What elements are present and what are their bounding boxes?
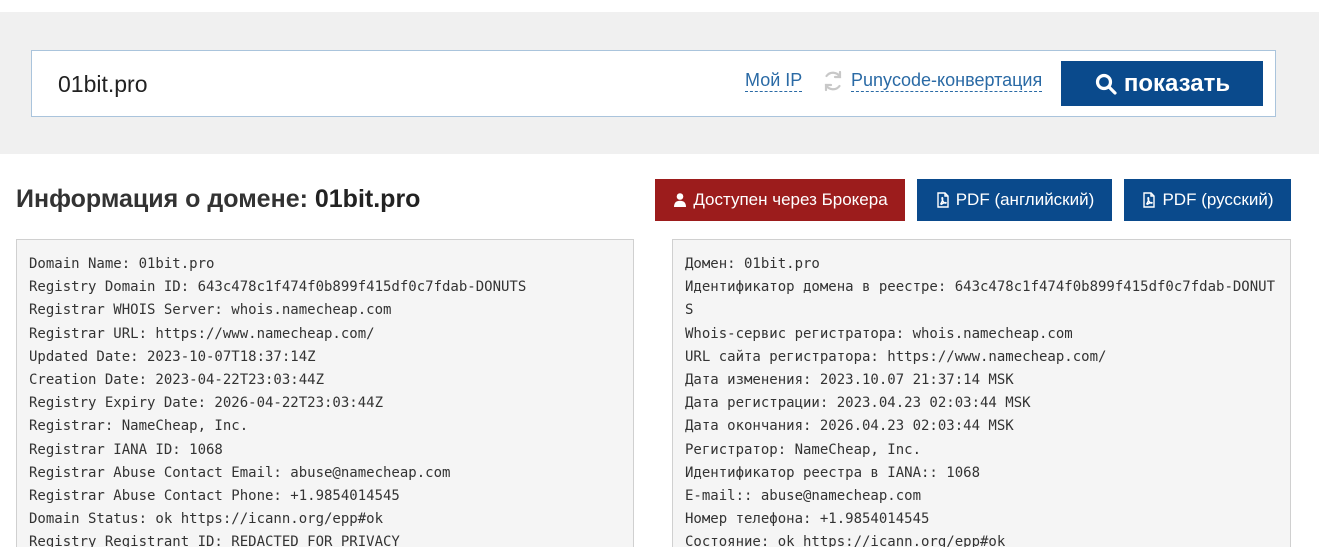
show-button[interactable]: показать [1061, 61, 1263, 106]
whois-line: Registrar URL: https://www.namecheap.com… [29, 325, 375, 342]
pdf-english-button[interactable]: PDF (английский) [917, 179, 1112, 221]
page-title-prefix: Информация о домене: [16, 185, 315, 213]
whois-line: Registry Registrant ID: REDACTED FOR PRI… [29, 534, 400, 547]
pdf-english-button-label: PDF (английский) [955, 190, 1095, 209]
refresh-icon [824, 70, 842, 92]
broker-button-label: Доступен через Брокера [693, 190, 888, 209]
whois-line: Идентификатор домена в реестре: 643c478c… [685, 279, 1276, 319]
whois-line: Registrar: NameCheap, Inc. [29, 418, 249, 435]
pdf-russian-button-label: PDF (русский) [1162, 190, 1274, 209]
punycode-link[interactable]: Punycode-конвертация [851, 69, 1043, 92]
whois-line: Registry Expiry Date: 2026-04-22T23:03:4… [29, 395, 384, 412]
whois-line: Состояние: ok https://icann.org/epp#ok [685, 534, 1006, 547]
whois-line: Registrar IANA ID: 1068 [29, 441, 223, 458]
search-band: Мой IP Punycode-конвертация показать [0, 12, 1319, 154]
pdf-russian-button[interactable]: PDF (русский) [1124, 179, 1291, 221]
whois-line: E-mail:: abuse@namecheap.com [685, 488, 922, 505]
pdf-file-icon [1143, 192, 1156, 208]
page-title: Информация о домене: 01bit.pro [16, 185, 420, 214]
domain-search-input[interactable] [58, 69, 658, 99]
whois-line: Домен: 01bit.pro [685, 256, 820, 272]
my-ip-link[interactable]: Мой IP [745, 69, 803, 92]
whois-line: URL сайта регистратора: https://www.name… [685, 348, 1107, 365]
whois-line: Идентификатор реестра в IANA:: 1068 [685, 464, 981, 481]
whois-line: Registrar WHOIS Server: whois.namecheap.… [29, 302, 392, 319]
whois-raw-panel-russian: Домен: 01bit.pro Идентификатор домена в … [672, 239, 1291, 547]
whois-line: Whois-сервис регистратора: whois.nameche… [685, 325, 1073, 342]
whois-raw-panel-english: Domain Name: 01bit.pro Registry Domain I… [16, 239, 634, 547]
search-icon [1095, 73, 1117, 95]
whois-line: Регистратор: NameCheap, Inc. [685, 441, 922, 458]
whois-line: Дата изменения: 2023.10.07 21:37:14 MSK [685, 372, 1014, 389]
whois-line: Domain Name: 01bit.pro [29, 256, 215, 272]
pdf-file-icon [937, 192, 949, 208]
whois-line: Registry Domain ID: 643c478c1f474f0b899f… [29, 279, 527, 296]
page-title-domain: 01bit.pro [314, 185, 421, 213]
search-box: Мой IP Punycode-конвертация показать [31, 50, 1276, 117]
whois-line: Domain Status: ok https://icann.org/epp#… [29, 511, 384, 528]
whois-line: Registrar Abuse Contact Email: abuse@nam… [29, 464, 451, 481]
whois-line: Registrar Abuse Contact Phone: +1.985401… [29, 488, 400, 505]
show-button-label: показать [1123, 69, 1231, 97]
whois-line: Creation Date: 2023-04-22T23:03:44Z [29, 372, 325, 389]
whois-line: Дата регистрации: 2023.04.23 02:03:44 MS… [685, 395, 1031, 412]
whois-line: Дата окончания: 2026.04.23 02:03:44 MSK [685, 418, 1014, 435]
broker-button[interactable]: Доступен через Брокера [655, 179, 905, 221]
whois-line: Номер телефона: +1.9854014545 [685, 511, 930, 528]
whois-line: Updated Date: 2023-10-07T18:37:14Z [29, 348, 316, 365]
user-icon [674, 193, 687, 207]
